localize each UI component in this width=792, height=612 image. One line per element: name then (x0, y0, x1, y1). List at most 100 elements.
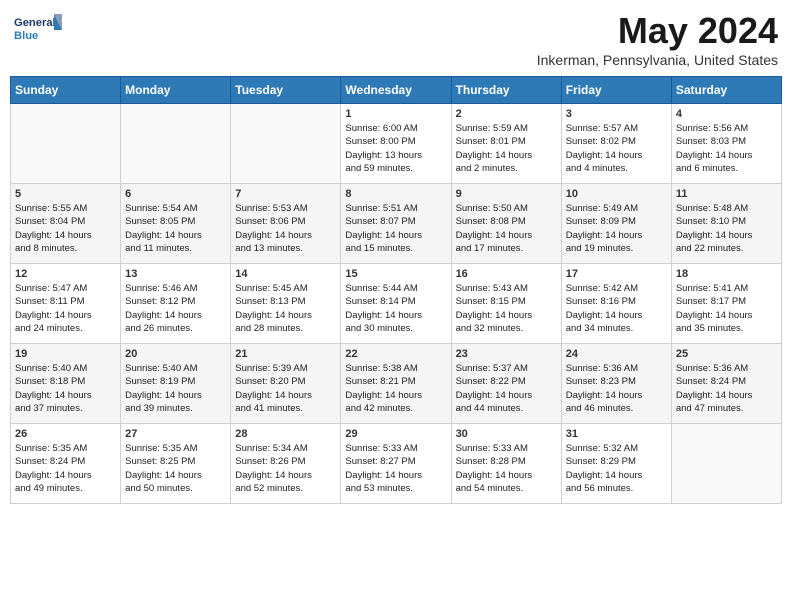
day-info: Sunrise: 5:57 AM Sunset: 8:02 PM Dayligh… (566, 122, 667, 175)
calendar-cell: 1 Sunrise: 6:00 AM Sunset: 8:00 PM Daylig… (341, 104, 451, 184)
day-info: Sunrise: 5:54 AM Sunset: 8:05 PM Dayligh… (125, 202, 226, 255)
day-info: Sunrise: 5:41 AM Sunset: 8:17 PM Dayligh… (676, 282, 777, 335)
calendar-cell: 8 Sunrise: 5:51 AM Sunset: 8:07 PM Daylig… (341, 184, 451, 264)
location-title: Inkerman, Pennsylvania, United States (537, 52, 778, 68)
day-number: 21 (235, 348, 336, 360)
week-row-2: 5 Sunrise: 5:55 AM Sunset: 8:04 PM Daylig… (11, 184, 782, 264)
day-number: 11 (676, 188, 777, 200)
calendar-cell (121, 104, 231, 184)
day-info: Sunrise: 5:51 AM Sunset: 8:07 PM Dayligh… (345, 202, 446, 255)
day-header-tuesday: Tuesday (231, 77, 341, 104)
calendar-cell: 26 Sunrise: 5:35 AM Sunset: 8:24 PM Dayli… (11, 424, 121, 504)
day-number: 4 (676, 108, 777, 120)
day-header-sunday: Sunday (11, 77, 121, 104)
logo: General Blue (14, 10, 64, 50)
day-number: 7 (235, 188, 336, 200)
day-number: 31 (566, 428, 667, 440)
day-number: 1 (345, 108, 446, 120)
day-number: 19 (15, 348, 116, 360)
calendar-cell: 30Sunrise: 5:33 AM Sunset: 8:28 PM Dayli… (451, 424, 561, 504)
day-info: Sunrise: 5:44 AM Sunset: 8:14 PM Dayligh… (345, 282, 446, 335)
calendar-cell (231, 104, 341, 184)
day-number: 15 (345, 268, 446, 280)
day-info: Sunrise: 5:32 AM Sunset: 8:29 PM Dayligh… (566, 442, 667, 495)
week-row-5: 26 Sunrise: 5:35 AM Sunset: 8:24 PM Dayli… (11, 424, 782, 504)
svg-text:Blue: Blue (14, 30, 38, 42)
day-number: 2 (456, 108, 557, 120)
day-header-wednesday: Wednesday (341, 77, 451, 104)
calendar-cell: 19 Sunrise: 5:40 AM Sunset: 8:18 PM Dayli… (11, 344, 121, 424)
day-info: Sunrise: 5:42 AM Sunset: 8:16 PM Dayligh… (566, 282, 667, 335)
calendar-cell: 5 Sunrise: 5:55 AM Sunset: 8:04 PM Daylig… (11, 184, 121, 264)
day-number: 17 (566, 268, 667, 280)
calendar-header-row: SundayMondayTuesdayWednesdayThursdayFrid… (11, 77, 782, 104)
day-number: 16 (456, 268, 557, 280)
day-header-monday: Monday (121, 77, 231, 104)
day-number: 10 (566, 188, 667, 200)
calendar-cell: 15 Sunrise: 5:44 AM Sunset: 8:14 PM Dayli… (341, 264, 451, 344)
day-number: 30 (456, 428, 557, 440)
calendar-cell: 29Sunrise: 5:33 AM Sunset: 8:27 PM Dayli… (341, 424, 451, 504)
day-number: 14 (235, 268, 336, 280)
day-info: Sunrise: 5:38 AM Sunset: 8:21 PM Dayligh… (345, 362, 446, 415)
day-info: Sunrise: 5:37 AM Sunset: 8:22 PM Dayligh… (456, 362, 557, 415)
calendar-cell: 2 Sunrise: 5:59 AM Sunset: 8:01 PM Daylig… (451, 104, 561, 184)
page-header: General Blue May 2024 Inkerman, Pennsylv… (10, 10, 782, 68)
day-info: Sunrise: 5:45 AM Sunset: 8:13 PM Dayligh… (235, 282, 336, 335)
day-number: 29 (345, 428, 446, 440)
week-row-3: 12 Sunrise: 5:47 AM Sunset: 8:11 PM Dayli… (11, 264, 782, 344)
day-header-saturday: Saturday (671, 77, 781, 104)
calendar-cell: 28Sunrise: 5:34 AM Sunset: 8:26 PM Dayli… (231, 424, 341, 504)
day-number: 27 (125, 428, 226, 440)
day-number: 22 (345, 348, 446, 360)
day-number: 3 (566, 108, 667, 120)
day-info: Sunrise: 5:39 AM Sunset: 8:20 PM Dayligh… (235, 362, 336, 415)
day-info: Sunrise: 6:00 AM Sunset: 8:00 PM Dayligh… (345, 122, 446, 175)
day-number: 20 (125, 348, 226, 360)
day-number: 23 (456, 348, 557, 360)
calendar-cell: 9 Sunrise: 5:50 AM Sunset: 8:08 PM Daylig… (451, 184, 561, 264)
calendar-cell: 6Sunrise: 5:54 AM Sunset: 8:05 PM Daylig… (121, 184, 231, 264)
calendar-cell: 12 Sunrise: 5:47 AM Sunset: 8:11 PM Dayli… (11, 264, 121, 344)
day-number: 26 (15, 428, 116, 440)
day-info: Sunrise: 5:55 AM Sunset: 8:04 PM Dayligh… (15, 202, 116, 255)
calendar-cell: 14 Sunrise: 5:45 AM Sunset: 8:13 PM Dayli… (231, 264, 341, 344)
week-row-1: 1 Sunrise: 6:00 AM Sunset: 8:00 PM Daylig… (11, 104, 782, 184)
day-info: Sunrise: 5:35 AM Sunset: 8:25 PM Dayligh… (125, 442, 226, 495)
day-info: Sunrise: 5:40 AM Sunset: 8:19 PM Dayligh… (125, 362, 226, 415)
week-row-4: 19 Sunrise: 5:40 AM Sunset: 8:18 PM Dayli… (11, 344, 782, 424)
calendar-cell: 21 Sunrise: 5:39 AM Sunset: 8:20 PM Dayli… (231, 344, 341, 424)
day-info: Sunrise: 5:35 AM Sunset: 8:24 PM Dayligh… (15, 442, 116, 495)
day-info: Sunrise: 5:56 AM Sunset: 8:03 PM Dayligh… (676, 122, 777, 175)
day-info: Sunrise: 5:48 AM Sunset: 8:10 PM Dayligh… (676, 202, 777, 255)
day-number: 18 (676, 268, 777, 280)
day-number: 13 (125, 268, 226, 280)
day-info: Sunrise: 5:36 AM Sunset: 8:23 PM Dayligh… (566, 362, 667, 415)
calendar-cell: 25Sunrise: 5:36 AM Sunset: 8:24 PM Dayli… (671, 344, 781, 424)
day-number: 25 (676, 348, 777, 360)
svg-text:General: General (14, 17, 56, 29)
day-number: 8 (345, 188, 446, 200)
day-number: 5 (15, 188, 116, 200)
day-number: 12 (15, 268, 116, 280)
day-info: Sunrise: 5:53 AM Sunset: 8:06 PM Dayligh… (235, 202, 336, 255)
calendar-cell: 24 Sunrise: 5:36 AM Sunset: 8:23 PM Dayli… (561, 344, 671, 424)
calendar-cell: 17 Sunrise: 5:42 AM Sunset: 8:16 PM Dayli… (561, 264, 671, 344)
day-info: Sunrise: 5:50 AM Sunset: 8:08 PM Dayligh… (456, 202, 557, 255)
day-info: Sunrise: 5:47 AM Sunset: 8:11 PM Dayligh… (15, 282, 116, 335)
day-info: Sunrise: 5:59 AM Sunset: 8:01 PM Dayligh… (456, 122, 557, 175)
calendar-cell: 16Sunrise: 5:43 AM Sunset: 8:15 PM Dayli… (451, 264, 561, 344)
calendar-cell: 22 Sunrise: 5:38 AM Sunset: 8:21 PM Dayli… (341, 344, 451, 424)
day-info: Sunrise: 5:40 AM Sunset: 8:18 PM Dayligh… (15, 362, 116, 415)
title-block: May 2024 Inkerman, Pennsylvania, United … (537, 10, 778, 68)
day-info: Sunrise: 5:34 AM Sunset: 8:26 PM Dayligh… (235, 442, 336, 495)
day-info: Sunrise: 5:49 AM Sunset: 8:09 PM Dayligh… (566, 202, 667, 255)
day-header-thursday: Thursday (451, 77, 561, 104)
day-number: 9 (456, 188, 557, 200)
calendar-cell: 13Sunrise: 5:46 AM Sunset: 8:12 PM Dayli… (121, 264, 231, 344)
calendar-cell: 3 Sunrise: 5:57 AM Sunset: 8:02 PM Daylig… (561, 104, 671, 184)
calendar-cell: 11 Sunrise: 5:48 AM Sunset: 8:10 PM Dayli… (671, 184, 781, 264)
calendar-cell: 27 Sunrise: 5:35 AM Sunset: 8:25 PM Dayli… (121, 424, 231, 504)
calendar-cell: 4 Sunrise: 5:56 AM Sunset: 8:03 PM Daylig… (671, 104, 781, 184)
day-number: 24 (566, 348, 667, 360)
